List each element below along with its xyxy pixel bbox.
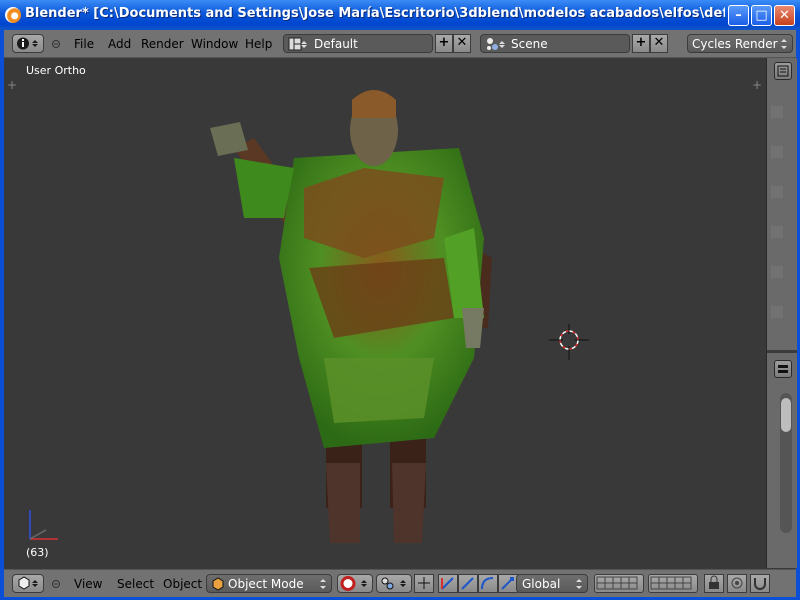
mode-value: Object Mode (228, 577, 304, 591)
outliner-row (771, 186, 783, 198)
dropdown-arrows-icon (576, 579, 582, 589)
remove-scene-button[interactable]: ✕ (650, 34, 668, 53)
close-icon: ✕ (779, 8, 790, 23)
screen-layout-field[interactable]: Default (283, 34, 433, 53)
minimize-button[interactable]: – (728, 5, 749, 26)
plus-icon: + (635, 35, 647, 50)
render-engine-value: Cycles Render (692, 37, 778, 51)
remove-layout-button[interactable]: ✕ (453, 34, 471, 53)
outliner-editor-button[interactable] (774, 62, 792, 80)
outliner-row (771, 266, 783, 278)
layers-icon (650, 576, 692, 590)
dropdown-arrows-icon (781, 39, 787, 49)
menu-file[interactable]: File (74, 37, 94, 51)
3d-viewport[interactable]: User Ortho + + (63) (4, 58, 766, 568)
shading-icon (340, 576, 367, 591)
maximize-button[interactable]: □ (751, 5, 772, 26)
menu-select[interactable]: Select (117, 577, 154, 591)
menu-add[interactable]: Add (108, 37, 131, 51)
proportional-editing-button[interactable] (727, 574, 747, 593)
3d-view-header: View Select Object Object Mode Global (4, 569, 796, 597)
viewport-shading-button[interactable] (337, 574, 373, 593)
window-title: Blender* [C:\Documents and Settings\Jose… (25, 6, 725, 21)
rotate-icon (461, 577, 474, 590)
menu-window[interactable]: Window (191, 37, 238, 51)
elf-character-model[interactable] (4, 58, 766, 568)
object-mode-icon (212, 577, 224, 591)
magnet-icon (754, 578, 766, 590)
lock-icon (709, 575, 719, 589)
menu-render[interactable]: Render (141, 37, 184, 51)
window-titlebar: Blender* [C:\Documents and Settings\Jose… (0, 0, 800, 30)
editor-type-button[interactable] (12, 34, 44, 53)
outliner-row (771, 106, 783, 118)
add-scene-button[interactable]: + (632, 34, 650, 53)
add-layout-button[interactable]: + (435, 34, 453, 53)
scene-icon (487, 38, 505, 50)
menu-object[interactable]: Object (163, 577, 202, 591)
scrollbar-thumb[interactable] (781, 398, 791, 432)
menu-view[interactable]: View (74, 577, 102, 591)
maximize-icon: □ (755, 8, 768, 23)
layers-grid-2[interactable] (648, 574, 698, 593)
scene-value: Scene (511, 37, 548, 51)
outliner-icon (777, 65, 789, 77)
minimize-icon: – (735, 8, 742, 23)
snap-button[interactable] (750, 574, 770, 593)
plus-icon: + (438, 35, 450, 50)
rotate-manipulator[interactable] (458, 574, 478, 593)
proportional-icon (731, 577, 743, 589)
orientation-value: Global (522, 577, 561, 591)
layout-icon (288, 37, 307, 51)
blender-logo-icon (5, 7, 21, 23)
properties-editor-button[interactable] (774, 360, 792, 378)
frame-number: (63) (26, 546, 49, 559)
collapse-menu-icon[interactable] (51, 39, 61, 49)
lock-layers-button[interactable] (704, 574, 724, 593)
x-icon: ✕ (456, 35, 468, 50)
layers-icon (596, 576, 638, 590)
layers-grid-1[interactable] (594, 574, 644, 593)
scale-manipulator[interactable] (498, 574, 518, 593)
scale-icon (501, 577, 514, 590)
info-icon (17, 37, 38, 50)
translate-manipulator[interactable] (438, 574, 458, 593)
pivot-point-button[interactable] (376, 574, 412, 593)
orientation-dropdown[interactable]: Global (516, 574, 588, 593)
manipulator-icon (418, 577, 430, 589)
info-header: File Add Render Window Help Default + ✕ … (4, 30, 796, 58)
properties-icon (778, 365, 788, 373)
outliner-row (771, 146, 783, 158)
collapse-menu-icon[interactable] (51, 579, 61, 589)
translate-icon (441, 577, 454, 590)
cube-view-icon (18, 576, 38, 590)
dropdown-arrows-icon (320, 579, 326, 589)
3d-cursor-icon[interactable] (549, 324, 589, 364)
right-editor-strip (766, 58, 797, 568)
render-engine-dropdown[interactable]: Cycles Render (687, 34, 793, 53)
scene-field[interactable]: Scene (480, 34, 630, 53)
manipulator-toggle[interactable] (414, 574, 434, 593)
menu-help[interactable]: Help (245, 37, 272, 51)
close-button[interactable]: ✕ (774, 5, 795, 26)
axis-gizmo-icon (29, 510, 58, 540)
pivot-icon (381, 577, 406, 590)
outliner-row (771, 226, 783, 238)
mode-dropdown[interactable]: Object Mode (206, 574, 332, 593)
rotate-arc-manipulator[interactable] (478, 574, 498, 593)
x-icon: ✕ (653, 35, 665, 50)
screen-layout-value: Default (314, 37, 358, 51)
outliner-row (771, 306, 783, 318)
arc-icon (481, 577, 494, 590)
panel-divider[interactable] (767, 350, 797, 353)
viewport-editor-type-button[interactable] (12, 574, 44, 593)
